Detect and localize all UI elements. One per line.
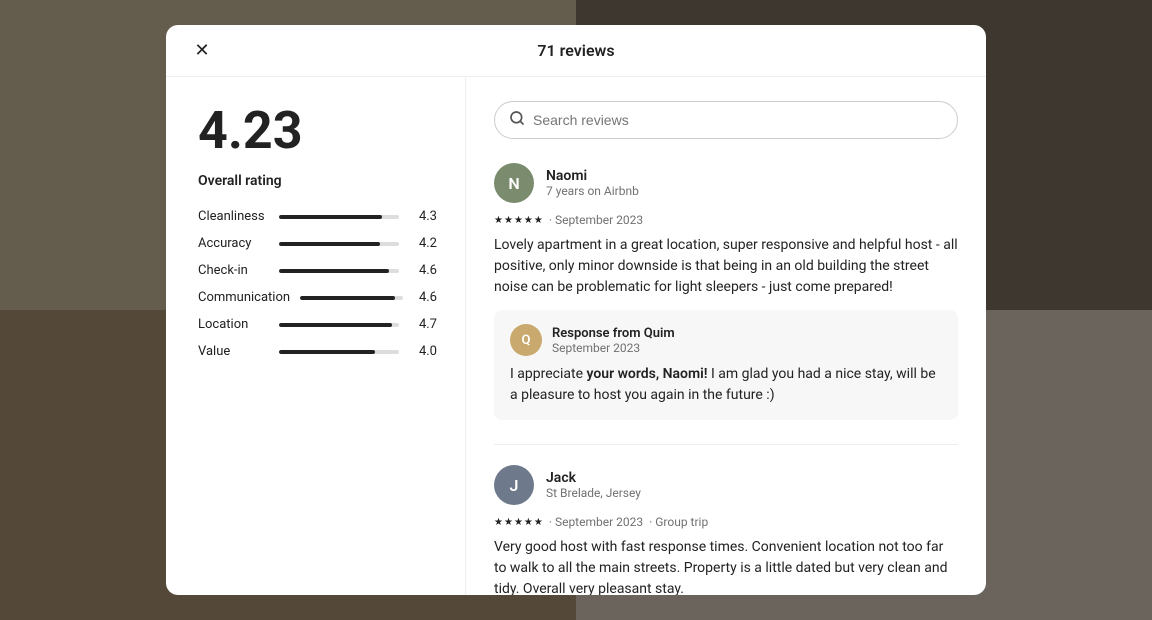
rating-label-location: Location <box>198 317 269 332</box>
reviews-modal: ✕ 71 reviews 4.23 Overall rating Cleanli… <box>166 25 986 595</box>
reviewer-name-jack: Jack <box>546 470 958 486</box>
rating-row-value: Value 4.0 <box>198 344 437 359</box>
star-icon: ★ <box>534 517 543 528</box>
rating-row-cleanliness: Cleanliness 4.3 <box>198 209 437 224</box>
host-response-header-naomi: Q Response from Quim September 2023 <box>510 324 942 356</box>
stars-naomi: ★★★★★ <box>494 215 543 226</box>
modal-body: 4.23 Overall rating Cleanliness 4.3 Accu… <box>166 77 986 595</box>
host-response-info-naomi: Response from Quim September 2023 <box>552 326 675 355</box>
star-icon: ★ <box>524 517 533 528</box>
reviewer-header-jack: J Jack St Brelade, Jersey <box>494 465 958 505</box>
rating-rows: Cleanliness 4.3 Accuracy 4.2 Check-in 4.… <box>198 209 437 359</box>
rating-bar-track-value <box>279 350 399 354</box>
reviewer-name-naomi: Naomi <box>546 168 958 184</box>
star-icon: ★ <box>514 215 523 226</box>
reviewer-meta-naomi: 7 years on Airbnb <box>546 184 958 198</box>
modal-title: 71 reviews <box>537 41 614 60</box>
rating-value-check_in: 4.6 <box>409 263 437 278</box>
star-icon: ★ <box>504 215 513 226</box>
review-date-naomi: · September 2023 <box>549 213 643 227</box>
review-text-jack: Very good host with fast response times.… <box>494 537 958 595</box>
rating-label-value: Value <box>198 344 269 359</box>
star-icon: ★ <box>534 215 543 226</box>
overall-rating-label: Overall rating <box>198 173 437 189</box>
rating-bar-fill-location <box>279 323 392 327</box>
modal-overlay: ✕ 71 reviews 4.23 Overall rating Cleanli… <box>0 0 1152 620</box>
group-trip-badge: · Group trip <box>649 515 708 529</box>
host-date-naomi: September 2023 <box>552 341 675 355</box>
stars-jack: ★★★★★ <box>494 517 543 528</box>
rating-bar-track-communication <box>300 296 403 300</box>
rating-bar-fill-value <box>279 350 375 354</box>
rating-bar-track-accuracy <box>279 242 399 246</box>
review-card: J Jack St Brelade, Jersey ★★★★★ · Septem… <box>494 465 958 595</box>
rating-label-cleanliness: Cleanliness <box>198 209 269 224</box>
star-icon: ★ <box>494 215 503 226</box>
avatar-jack: J <box>494 465 534 505</box>
close-button[interactable]: ✕ <box>186 35 218 67</box>
review-date-jack: · September 2023 <box>549 515 643 529</box>
star-icon: ★ <box>494 517 503 528</box>
rating-row-location: Location 4.7 <box>198 317 437 332</box>
reviewer-info-jack: Jack St Brelade, Jersey <box>546 470 958 500</box>
rating-value-accuracy: 4.2 <box>409 236 437 251</box>
review-text-naomi: Lovely apartment in a great location, su… <box>494 235 958 298</box>
reviewer-header-naomi: N Naomi 7 years on Airbnb <box>494 163 958 203</box>
modal-header: ✕ 71 reviews <box>166 25 986 77</box>
reviews-right-panel: N Naomi 7 years on Airbnb ★★★★★ · Septem… <box>466 77 986 595</box>
review-date-badge-naomi: ★★★★★ · September 2023 <box>494 213 958 227</box>
star-icon: ★ <box>524 215 533 226</box>
rating-label-check_in: Check-in <box>198 263 269 278</box>
rating-bar-fill-accuracy <box>279 242 380 246</box>
rating-bar-track-cleanliness <box>279 215 399 219</box>
rating-value-value: 4.0 <box>409 344 437 359</box>
rating-row-communication: Communication 4.6 <box>198 290 437 305</box>
search-box <box>494 101 958 139</box>
rating-label-communication: Communication <box>198 290 290 305</box>
search-input[interactable] <box>533 112 943 128</box>
review-divider <box>494 444 958 445</box>
rating-row-check_in: Check-in 4.6 <box>198 263 437 278</box>
rating-bar-track-location <box>279 323 399 327</box>
rating-bar-fill-cleanliness <box>279 215 382 219</box>
host-response-bold: your words, Naomi! <box>586 366 707 382</box>
reviewer-info-naomi: Naomi 7 years on Airbnb <box>546 168 958 198</box>
rating-row-accuracy: Accuracy 4.2 <box>198 236 437 251</box>
star-icon: ★ <box>504 517 513 528</box>
review-date-badge-jack: ★★★★★ · September 2023 · Group trip <box>494 515 958 529</box>
host-response-text-naomi: I appreciate your words, Naomi! I am gla… <box>510 364 942 406</box>
rating-left-panel: 4.23 Overall rating Cleanliness 4.3 Accu… <box>166 77 466 595</box>
rating-bar-fill-communication <box>300 296 395 300</box>
star-icon: ★ <box>514 517 523 528</box>
rating-label-accuracy: Accuracy <box>198 236 269 251</box>
reviewer-meta-jack: St Brelade, Jersey <box>546 486 958 500</box>
host-response-naomi: Q Response from Quim September 2023 I ap… <box>494 310 958 420</box>
rating-bar-track-check_in <box>279 269 399 273</box>
rating-value-communication: 4.6 <box>413 290 437 305</box>
review-card: N Naomi 7 years on Airbnb ★★★★★ · Septem… <box>494 163 958 420</box>
avatar-naomi: N <box>494 163 534 203</box>
search-icon <box>509 110 525 130</box>
close-icon: ✕ <box>194 40 209 61</box>
host-name-naomi: Response from Quim <box>552 326 675 341</box>
rating-value-cleanliness: 4.3 <box>409 209 437 224</box>
rating-value-location: 4.7 <box>409 317 437 332</box>
host-avatar-naomi: Q <box>510 324 542 356</box>
overall-rating-number: 4.23 <box>198 105 437 157</box>
reviews-container: N Naomi 7 years on Airbnb ★★★★★ · Septem… <box>494 163 958 595</box>
rating-bar-fill-check_in <box>279 269 389 273</box>
